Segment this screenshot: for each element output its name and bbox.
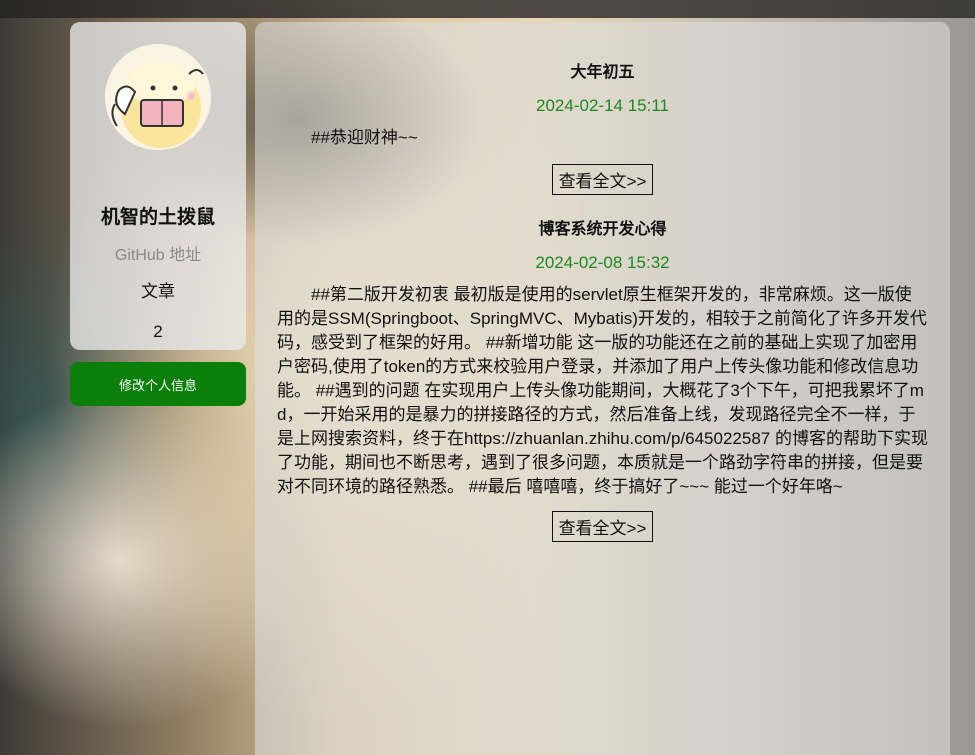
edit-profile-button[interactable]: 修改个人信息 <box>70 362 246 406</box>
post-title: 大年初五 <box>570 64 635 81</box>
github-link[interactable]: GitHub 地址 <box>115 241 201 265</box>
post-date: 2024-02-08 15:32 <box>535 253 670 272</box>
post-item: 博客系统开发心得 2024-02-08 15:32 ##第二版开发初衷 最初版是… <box>255 195 950 542</box>
avatar-illustration <box>105 44 211 150</box>
post-date: 2024-02-14 15:11 <box>536 96 669 115</box>
read-more-button[interactable]: 查看全文>> <box>551 164 654 195</box>
post-list: 大年初五 2024-02-14 15:11 ##恭迎财神~~ 查看全文>> 博客… <box>255 22 950 755</box>
profile-card: 机智的土拨鼠 GitHub 地址 文章 2 <box>70 22 246 350</box>
post-item: 大年初五 2024-02-14 15:11 ##恭迎财神~~ 查看全文>> <box>255 22 950 195</box>
top-bar <box>0 0 975 18</box>
username: 机智的土拨鼠 <box>100 207 215 228</box>
avatar <box>105 44 211 150</box>
post-title: 博客系统开发心得 <box>538 221 667 238</box>
post-excerpt: ##恭迎财神~~ <box>311 128 418 147</box>
articles-label: 文章 <box>141 282 175 301</box>
articles-count: 2 <box>153 322 163 341</box>
post-excerpt: ##第二版开发初衷 最初版是使用的servlet原生框架开发的，非常麻烦。这一版… <box>277 285 928 496</box>
read-more-button[interactable]: 查看全文>> <box>551 511 654 542</box>
